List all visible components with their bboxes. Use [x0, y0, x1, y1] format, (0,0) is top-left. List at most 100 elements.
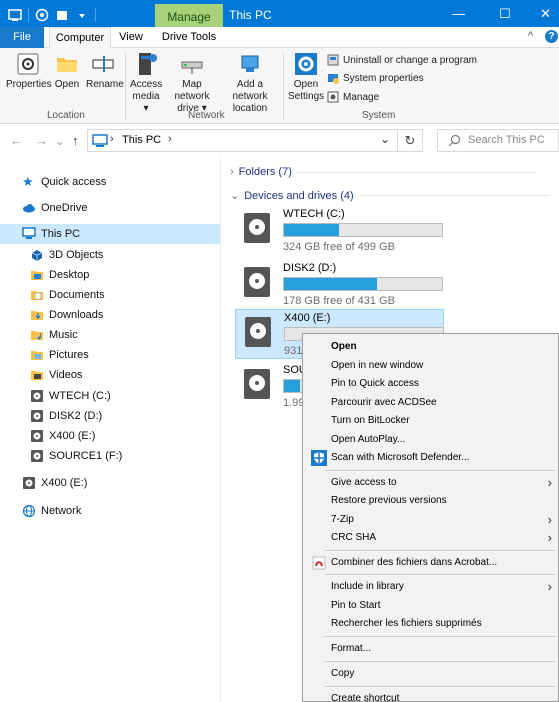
menu-item-open-new-window[interactable]: Open in new window	[303, 356, 559, 375]
address-bar[interactable]: › This PC › ⌄	[87, 129, 398, 152]
properties-button[interactable]: Properties	[6, 52, 52, 91]
nav-label: Network	[41, 505, 82, 517]
close-button[interactable]: ✕	[540, 6, 551, 22]
nav-quick-access[interactable]: ★ Quick access	[22, 172, 106, 192]
maximize-button[interactable]: ☐	[499, 6, 511, 22]
drive-tile-c[interactable]: WTECH (C:) 324 GB free of 499 GB	[235, 206, 444, 256]
nav-pictures[interactable]: Pictures	[30, 345, 89, 365]
nav-desktop[interactable]: Desktop	[30, 265, 89, 285]
menu-item-open[interactable]: Open	[303, 337, 559, 356]
collapse-ribbon-icon[interactable]: ^	[528, 30, 533, 42]
up-button[interactable]: ↑	[72, 133, 79, 148]
chevron-right-icon[interactable]: ›	[230, 166, 234, 178]
nav-label: X400 (E:)	[41, 477, 88, 489]
menu-item-bitlocker[interactable]: Turn on BitLocker	[303, 411, 559, 430]
properties-icon	[17, 53, 39, 75]
nav-network[interactable]: Network	[22, 501, 81, 521]
ribbon-separator	[125, 52, 126, 120]
customize-toolbar-icon[interactable]	[75, 8, 89, 22]
menu-item-defender-scan[interactable]: Scan with Microsoft Defender...	[303, 448, 559, 467]
new-folder-icon[interactable]	[55, 8, 69, 22]
hard-drive-icon	[245, 317, 271, 347]
explorer-window-icon[interactable]	[8, 8, 22, 22]
rename-icon	[92, 56, 114, 72]
add-network-location-button[interactable]: Add a network location	[220, 52, 280, 115]
recent-locations-icon[interactable]: ⌄	[55, 135, 64, 148]
nav-label: Documents	[49, 289, 105, 301]
drive-usage-fill	[284, 278, 378, 290]
access-media-button[interactable]: Access media ▾	[130, 52, 162, 115]
menu-item-create-shortcut[interactable]: Create shortcut	[303, 689, 559, 702]
menu-item-search-deleted[interactable]: Rechercher les fichiers supprimés	[303, 614, 559, 633]
group-location-label: Location	[47, 110, 85, 121]
nav-label: X400 (E:)	[49, 430, 96, 442]
open-button[interactable]: Open	[53, 52, 81, 91]
menu-separator	[325, 574, 555, 575]
settings-gear-icon	[295, 53, 317, 75]
menu-separator	[325, 661, 555, 662]
nav-this-pc[interactable]: This PC	[0, 224, 220, 244]
nav-drive-c[interactable]: WTECH (C:)	[30, 386, 111, 406]
menu-item-7zip[interactable]: 7-Zip ›	[303, 510, 559, 529]
menu-item-pin-quick-access[interactable]: Pin to Quick access	[303, 374, 559, 393]
nav-drive-d[interactable]: DISK2 (D:)	[30, 406, 102, 426]
breadcrumb-separator[interactable]: ›	[110, 133, 114, 145]
menu-item-copy[interactable]: Copy	[303, 664, 559, 683]
nav-label: 3D Objects	[49, 249, 104, 261]
refresh-button[interactable]: ↻	[398, 129, 423, 152]
drive-usage-bar	[283, 277, 443, 291]
open-settings-button[interactable]: Open Settings	[288, 52, 324, 103]
menu-item-restore-versions[interactable]: Restore previous versions	[303, 491, 559, 510]
nav-downloads[interactable]: Downloads	[30, 305, 103, 325]
uninstall-program-button[interactable]: Uninstall or change a program	[327, 54, 477, 66]
nav-music[interactable]: Music	[30, 325, 78, 345]
menu-item-label: Give access to	[331, 477, 397, 488]
tab-computer[interactable]: Computer	[49, 27, 111, 49]
properties-icon[interactable]	[35, 8, 49, 22]
help-icon[interactable]: ?	[545, 30, 558, 43]
search-input[interactable]: Search This PC	[437, 129, 559, 152]
nav-x400-drive[interactable]: X400 (E:)	[22, 473, 87, 493]
tab-drive-tools[interactable]: Drive Tools	[160, 27, 218, 48]
desktop-folder-icon	[31, 271, 43, 280]
menu-item-acdsee[interactable]: Parcourir avec ACDSee	[303, 393, 559, 412]
nav-documents[interactable]: Documents	[30, 285, 105, 305]
map-network-drive-button[interactable]: Map network drive ▾	[166, 52, 218, 115]
nav-drive-f[interactable]: SOURCE1 (F:)	[30, 446, 122, 466]
system-properties-button[interactable]: System properties	[327, 72, 424, 84]
menu-item-give-access[interactable]: Give access to ›	[303, 473, 559, 492]
nav-3d-objects[interactable]: 3D Objects	[30, 245, 103, 265]
menu-item-include-library[interactable]: Include in library ›	[303, 577, 559, 596]
cloud-icon	[23, 204, 35, 213]
menu-item-crc-sha[interactable]: CRC SHA ›	[303, 528, 559, 547]
back-button[interactable]: ←	[10, 133, 23, 148]
breadcrumb-this-pc[interactable]: This PC	[122, 134, 161, 146]
menu-item-format[interactable]: Format...	[303, 639, 559, 658]
map-drive-label-1: Map network	[174, 79, 210, 102]
chevron-down-icon[interactable]: ⌄	[230, 189, 239, 202]
add-location-label-1: Add a network	[232, 79, 268, 102]
minimize-button[interactable]: —	[452, 6, 465, 21]
open-settings-label-2: Settings	[288, 91, 325, 102]
nav-drive-e[interactable]: X400 (E:)	[30, 426, 95, 446]
breadcrumb-separator[interactable]: ›	[168, 133, 172, 145]
this-pc-icon	[22, 227, 36, 239]
menu-item-pin-start[interactable]: Pin to Start	[303, 596, 559, 615]
submenu-arrow-icon: ›	[547, 530, 552, 545]
drives-section-header[interactable]: ⌄ Devices and drives (4)	[230, 189, 549, 202]
menu-item-acrobat-combine[interactable]: Combiner des fichiers dans Acrobat...	[303, 553, 559, 572]
nav-onedrive[interactable]: OneDrive	[22, 198, 87, 218]
folders-section-header[interactable]: › Folders (7)	[230, 166, 537, 178]
network-drive-icon	[181, 61, 203, 74]
uninstall-label: Uninstall or change a program	[343, 54, 477, 66]
tab-view[interactable]: View	[118, 27, 144, 48]
drive-tile-d[interactable]: DISK2 (D:) 178 GB free of 431 GB	[235, 260, 444, 310]
submenu-arrow-icon: ›	[547, 579, 552, 594]
address-dropdown-icon[interactable]: ⌄	[380, 132, 390, 146]
tab-file[interactable]: File	[0, 27, 44, 48]
nav-videos[interactable]: Videos	[30, 365, 82, 385]
manage-button[interactable]: Manage	[327, 91, 379, 103]
menu-item-autoplay[interactable]: Open AutoPlay...	[303, 430, 559, 449]
rename-button[interactable]: Rename	[86, 52, 124, 91]
forward-button[interactable]: →	[35, 133, 48, 148]
